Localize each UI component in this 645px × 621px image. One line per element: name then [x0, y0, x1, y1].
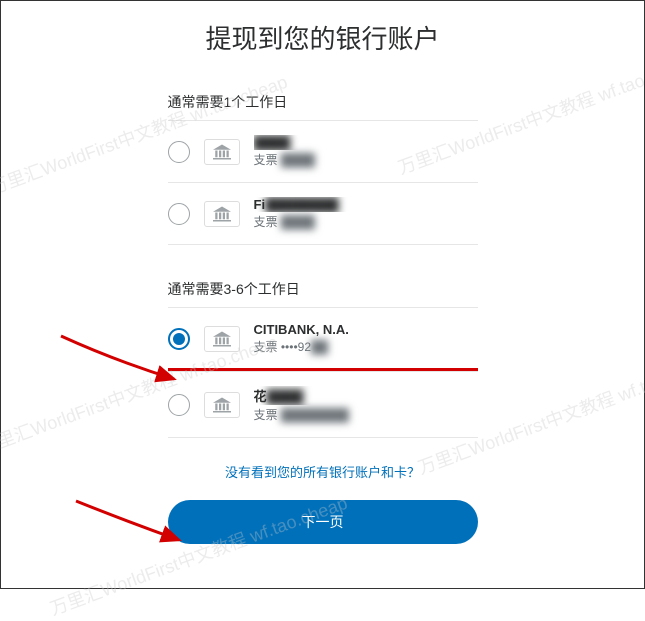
bank-sub: 支票 ████: [254, 213, 478, 230]
withdrawal-form: 通常需要1个工作日 ████ 支票 ████ Fi████████ 支票 ███…: [168, 84, 478, 500]
bank-sub: 支票 ████████: [254, 406, 478, 423]
bank-option-selected[interactable]: CITIBANK, N.A. 支票 ••••92██: [168, 307, 478, 369]
bank-icon: [204, 139, 240, 165]
missing-accounts-link[interactable]: 没有看到您的所有银行账户和卡？: [225, 465, 420, 480]
section-fast: 通常需要1个工作日 ████ 支票 ████ Fi████████ 支票 ███…: [168, 84, 478, 245]
bank-icon: [204, 201, 240, 227]
next-button[interactable]: 下一页: [168, 500, 478, 544]
radio-unselected[interactable]: [168, 203, 190, 225]
bank-sub: 支票 ••••92██: [254, 338, 478, 355]
link-row: 没有看到您的所有银行账户和卡？: [168, 438, 478, 500]
bank-option[interactable]: Fi████████ 支票 ████: [168, 182, 478, 245]
section-label-slow: 通常需要3-6个工作日: [168, 271, 478, 307]
annotation-arrow-icon: [56, 331, 186, 391]
bank-info: ████ 支票 ████: [254, 135, 478, 168]
radio-unselected[interactable]: [168, 394, 190, 416]
bank-icon: [204, 326, 240, 352]
bank-option[interactable]: ████ 支票 ████: [168, 120, 478, 182]
bank-info: Fi████████ 支票 ████: [254, 197, 478, 230]
bank-name: Fi████████: [254, 197, 478, 212]
bank-info: CITIBANK, N.A. 支票 ••••92██: [254, 322, 478, 355]
radio-unselected[interactable]: [168, 141, 190, 163]
bank-sub: 支票 ████: [254, 151, 478, 168]
section-slow: 通常需要3-6个工作日 CITIBANK, N.A. 支票 ••••92██ 花…: [168, 271, 478, 438]
bank-info: 花████ 支票 ████████: [254, 386, 478, 423]
page-title: 提现到您的银行账户: [1, 1, 644, 84]
bank-option[interactable]: 花████ 支票 ████████: [168, 371, 478, 438]
radio-selected[interactable]: [168, 328, 190, 350]
bank-icon: [204, 392, 240, 418]
section-label-fast: 通常需要1个工作日: [168, 84, 478, 120]
bank-name: CITIBANK, N.A.: [254, 322, 478, 337]
bank-name: ████: [254, 135, 478, 150]
bank-name: 花████: [254, 386, 478, 405]
